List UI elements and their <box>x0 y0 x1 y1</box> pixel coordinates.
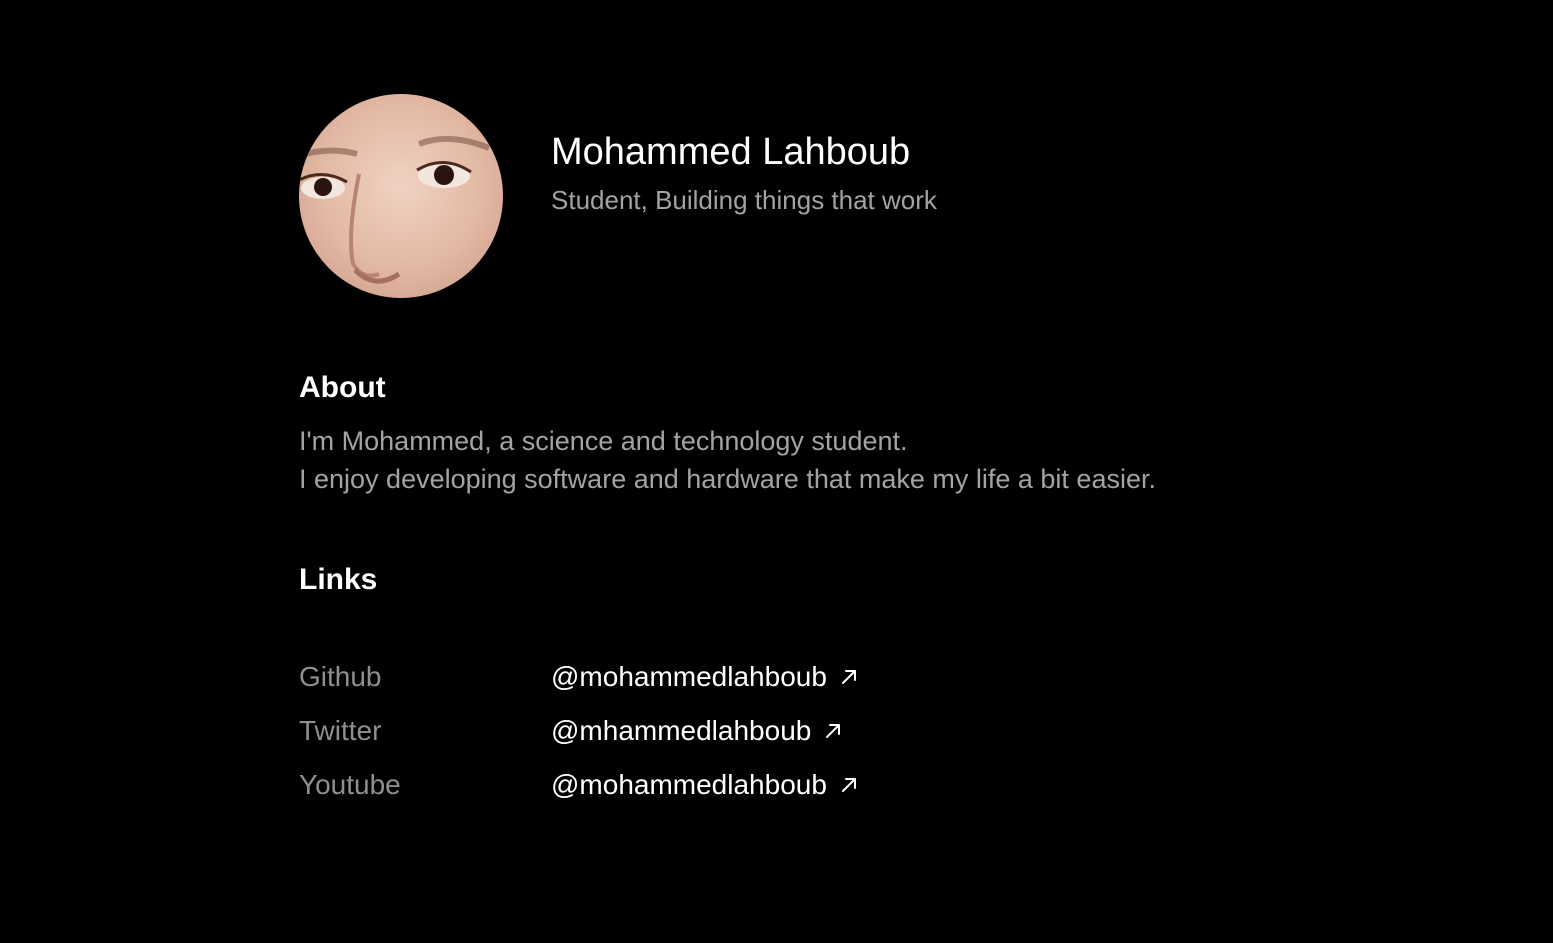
youtube-handle: @mohammedlahboub <box>551 769 827 800</box>
profile-tagline: Student, Building things that work <box>551 185 937 215</box>
about-body: I'm Mohammed, a science and technology s… <box>299 422 1299 498</box>
profile-name: Mohammed Lahboub <box>551 131 911 173</box>
link-label-twitter: Twitter <box>299 715 382 746</box>
links-section: Links Github @mohammedlahboub Twitter @m… <box>299 562 1299 812</box>
link-row-youtube: Youtube @mohammedlahboub <box>299 758 1299 812</box>
about-title: About <box>299 371 386 404</box>
github-handle: @mohammedlahboub <box>551 661 827 692</box>
github-link[interactable]: @mohammedlahboub <box>551 661 859 693</box>
profile-header: Mohammed Lahboub Student, Building thing… <box>299 94 1299 298</box>
twitter-handle: @mhammedlahboub <box>551 715 812 746</box>
link-label-youtube: Youtube <box>299 769 401 800</box>
links-title: Links <box>299 563 378 596</box>
about-line-1: I'm Mohammed, a science and technology s… <box>299 426 908 456</box>
link-row-twitter: Twitter @mhammedlahboub <box>299 704 1299 758</box>
about-section: About I'm Mohammed, a science and techno… <box>299 370 1299 498</box>
about-line-2: I enjoy developing software and hardware… <box>299 464 1156 494</box>
twitter-link[interactable]: @mhammedlahboub <box>551 715 843 747</box>
link-label-github: Github <box>299 661 382 692</box>
avatar-photo <box>299 135 491 284</box>
youtube-link[interactable]: @mohammedlahboub <box>551 769 859 801</box>
profile-page: Mohammed Lahboub Student, Building thing… <box>299 94 1299 812</box>
links-list: Github @mohammedlahboub Twitter @mhammed… <box>299 650 1299 812</box>
identity: Mohammed Lahboub Student, Building thing… <box>551 94 937 216</box>
arrow-up-right-icon <box>826 724 841 738</box>
avatar <box>299 94 503 298</box>
link-row-github: Github @mohammedlahboub <box>299 650 1299 704</box>
arrow-up-right-icon <box>841 670 856 684</box>
arrow-up-right-icon <box>841 778 856 792</box>
